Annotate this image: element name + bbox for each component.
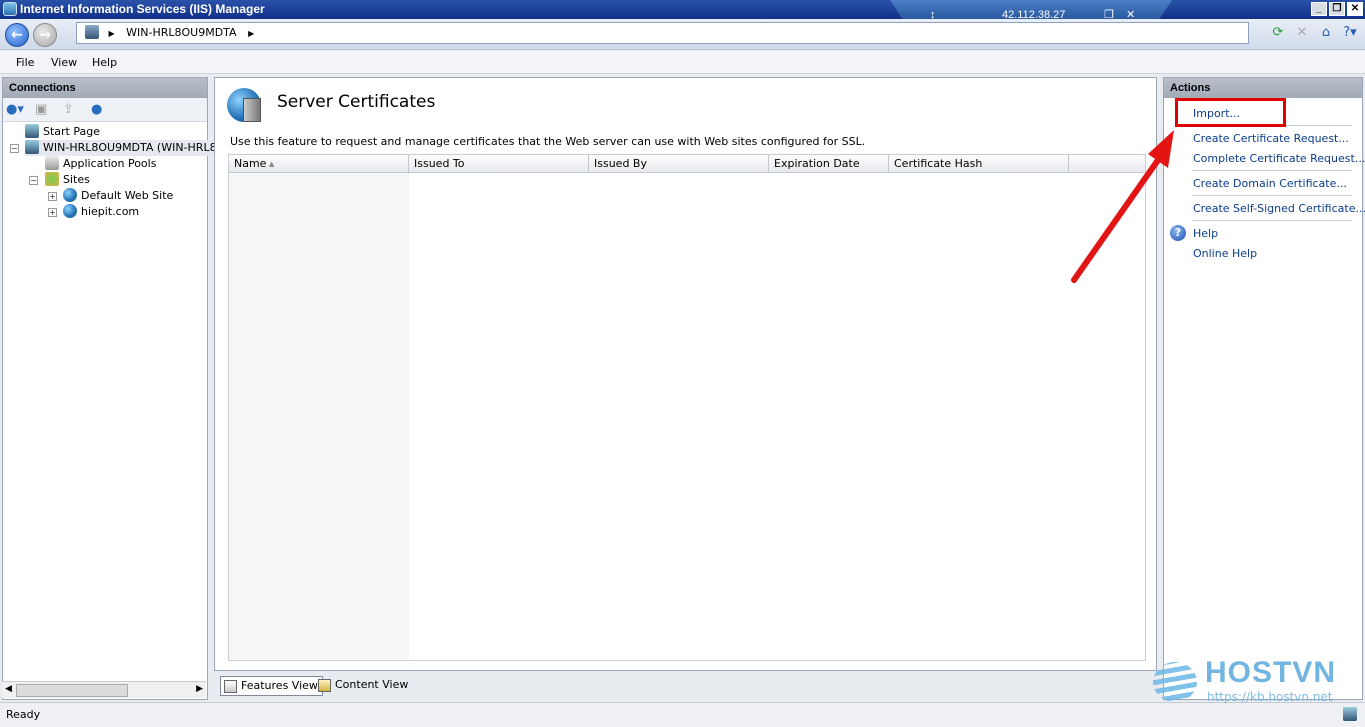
online-help-link[interactable]: Online Help [1193,247,1257,260]
page-title: Server Certificates [277,92,436,112]
forward-button[interactable]: → [33,23,57,47]
tree-item-server[interactable]: WIN-HRL8OU9MDTA (WIN-HRL8O [25,140,226,156]
column-header-certificate-hash[interactable]: Certificate Hash [889,155,1069,173]
globe-icon [63,204,77,218]
actions-panel: Actions Import... Create Certificate Req… [1163,77,1365,700]
actions-header: Actions [1164,78,1362,98]
up-icon[interactable]: ⇪ [63,102,74,117]
tree-item-hiepit-com[interactable]: hiepit.com [63,204,139,220]
sort-ascending-icon: ▲ [269,160,275,168]
back-button[interactable]: ← [5,23,29,47]
tree-item-application-pools[interactable]: Application Pools [45,156,156,172]
feature-description: Use this feature to request and manage c… [230,135,866,148]
menu-bar: File View Help [0,51,1365,74]
divider [1192,195,1352,196]
help-dropdown-icon[interactable]: ?▾ [1341,24,1359,42]
menu-file[interactable]: File [16,56,34,69]
restore-button[interactable]: ❐ [1329,2,1345,16]
watermark-brand: HOSTVN [1205,656,1337,689]
tree-item-default-web-site[interactable]: Default Web Site [63,188,173,204]
address-path[interactable]: WIN-HRL8OU9MDTA [126,26,236,39]
view-tabs-bar: Features View Content View [214,673,1157,700]
status-server-icon [1343,707,1357,721]
window-controls: _ ❐ ✕ [1311,2,1363,16]
help-icon: ? [1170,225,1186,241]
watermark-url: https://kb.hostvn.net [1207,690,1333,704]
features-view-icon [224,680,237,693]
hostvn-logo-icon [1153,662,1197,702]
hostvn-watermark: HOSTVN https://kb.hostvn.net [1153,656,1353,708]
menu-help[interactable]: Help [92,56,117,69]
connections-panel: Connections ●▾ ▣ ⇪ ● Start Page − WIN-HR… [2,77,226,700]
import-highlight-box [1175,98,1286,127]
collapse-icon[interactable]: − [29,176,38,185]
window-title: Internet Information Services (IIS) Mana… [20,2,265,16]
connections-horizontal-scrollbar[interactable]: ◀ ▶ [2,681,206,698]
address-bar[interactable]: ▶ WIN-HRL8OU9MDTA ▶ [76,22,1249,44]
create-domain-certificate-link[interactable]: Create Domain Certificate... [1193,177,1347,190]
content-view-icon [318,679,331,692]
menu-view[interactable]: View [51,56,77,69]
navigation-bar: ← → ▶ WIN-HRL8OU9MDTA ▶ ⟳ ✕ ⌂ ?▾ [0,19,1365,50]
main-content: Server Certificates Use this feature to … [214,77,1157,671]
divider [1192,220,1352,221]
sites-icon [45,172,59,186]
toolbar-icons: ⟳ ✕ ⌂ ?▾ [1269,24,1359,42]
delete-connection-icon[interactable]: ● [91,102,102,117]
column-header-issued-to[interactable]: Issued To [409,155,589,173]
complete-certificate-request-link[interactable]: Complete Certificate Request... [1193,152,1365,165]
expand-icon[interactable]: + [48,192,57,201]
tree-item-start-page[interactable]: Start Page [25,124,100,140]
tab-features-view[interactable]: Features View [220,676,323,696]
close-button[interactable]: ✕ [1347,2,1363,16]
server-certificates-icon [227,88,261,122]
address-separator-icon[interactable]: ▶ [248,29,254,38]
server-icon [85,25,99,39]
iis-app-icon [3,2,17,16]
connect-icon[interactable]: ●▾ [6,102,24,117]
connections-toolbar: ●▾ ▣ ⇪ ● [3,98,207,122]
start-page-icon [25,124,39,138]
save-icon[interactable]: ▣ [35,102,47,117]
create-certificate-request-link[interactable]: Create Certificate Request... [1193,132,1349,145]
column-header-name[interactable]: Name ▲ [229,155,409,173]
tab-content-view[interactable]: Content View [315,676,412,696]
connections-header: Connections [3,78,207,98]
create-self-signed-certificate-link[interactable]: Create Self-Signed Certificate... [1193,202,1365,215]
name-column-area [229,173,409,660]
scroll-left-icon[interactable]: ◀ [5,684,12,694]
column-header-expiration-date[interactable]: Expiration Date [769,155,889,173]
help-link[interactable]: Help [1193,227,1218,240]
divider [1192,170,1352,171]
column-header-issued-by[interactable]: Issued By [589,155,769,173]
globe-icon [63,188,77,202]
scrollbar-thumb[interactable] [16,684,128,697]
certificates-grid[interactable]: Name ▲ Issued To Issued By Expiration Da… [228,154,1146,661]
address-separator-icon: ▶ [108,29,115,38]
status-text: Ready [6,708,41,721]
home-icon[interactable]: ⌂ [1317,24,1335,42]
stop-icon[interactable]: ✕ [1293,24,1311,42]
server-icon [25,140,39,154]
scroll-right-icon[interactable]: ▶ [196,684,203,694]
expand-icon[interactable]: + [48,208,57,217]
minimize-button[interactable]: _ [1311,2,1327,16]
application-pools-icon [45,156,59,170]
refresh-icon[interactable]: ⟳ [1269,24,1287,42]
title-bar: Internet Information Services (IIS) Mana… [0,0,1365,26]
grid-header: Name ▲ Issued To Issued By Expiration Da… [229,155,1145,173]
tree-item-sites[interactable]: Sites [45,172,90,188]
collapse-icon[interactable]: − [10,144,19,153]
